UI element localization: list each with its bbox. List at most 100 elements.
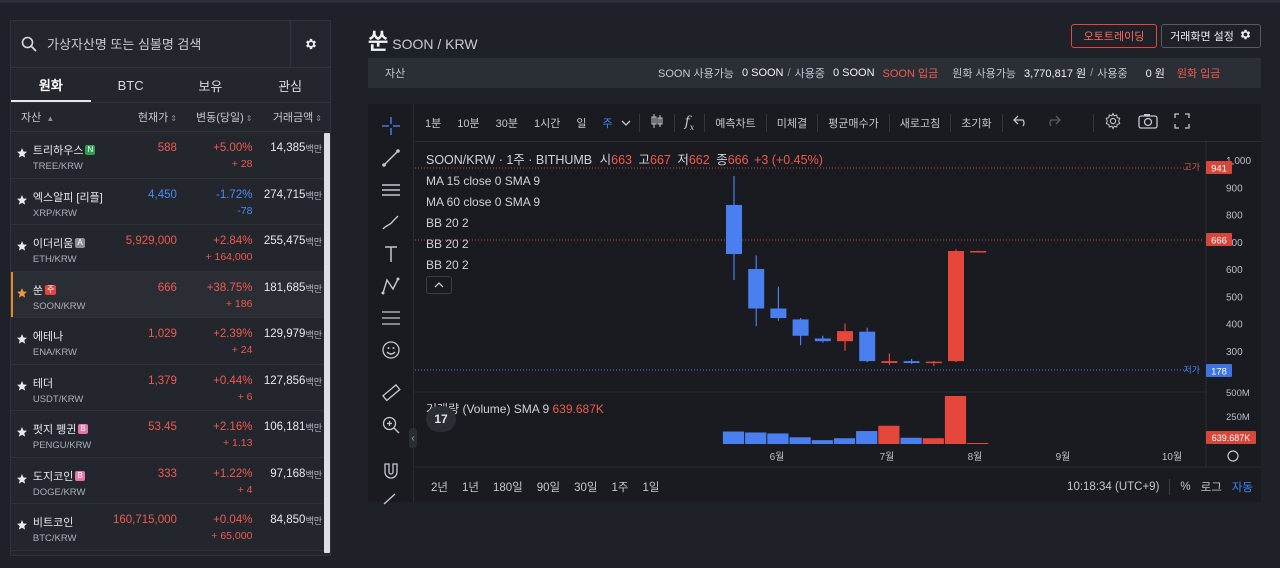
- asset-price: 588: [157, 142, 177, 154]
- gear-icon[interactable]: [290, 21, 330, 68]
- volume-bar: [811, 440, 833, 444]
- asset-volume: 255,475: [263, 235, 306, 247]
- volume-bar: [967, 443, 989, 444]
- asset-name: 도지코인: [32, 470, 74, 483]
- coin-title: 쑨 SOON / KRW: [368, 24, 478, 56]
- asset-pair: ENA/KRW: [32, 347, 78, 358]
- volume-unit: 백만: [305, 237, 322, 247]
- asset-change-pct: -1.72%: [216, 188, 253, 201]
- asset-name-cell: 이더리움 A ETH/KRW: [33, 225, 106, 271]
- header-change[interactable]: 변동(당일) ⇕: [177, 109, 253, 125]
- sort-icon: ▲: [46, 114, 55, 123]
- search-input[interactable]: [47, 36, 290, 52]
- volume-bar: [856, 431, 878, 444]
- last-tag: 666: [1211, 236, 1227, 247]
- market-row[interactable]: 테더 USDT/KRW 1,379 +0.44% + 6 127,856백만: [11, 365, 330, 411]
- percent-toggle[interactable]: %: [1180, 481, 1190, 493]
- legend-collapse-button[interactable]: [426, 276, 452, 294]
- asset-badge: B: [75, 470, 85, 481]
- asset-name-cell: 펏지 펭귄 B PENGU/KRW: [33, 411, 106, 457]
- tab-holdings[interactable]: 보유: [171, 68, 251, 102]
- tab-btc[interactable]: BTC: [91, 68, 171, 102]
- range-bar-right: 10:18:34 (UTC+9) % 로그 자동: [1067, 479, 1261, 495]
- range-1y[interactable]: 1년: [455, 479, 486, 495]
- market-row[interactable]: 이더리움 A ETH/KRW 5,929,000 +2.84% + 164,000…: [11, 225, 330, 272]
- asset-badge: N: [85, 145, 96, 155]
- market-row[interactable]: 트리하우스 N TREE/KRW 588 +5.00% + 28 14,385백만: [11, 132, 330, 179]
- star-icon[interactable]: [11, 411, 33, 457]
- asset-price: 5,929,000: [125, 235, 177, 247]
- market-row[interactable]: 도지코인 B DOGE/KRW 333 +1.22% + 4 97,168백만: [11, 458, 330, 504]
- asset-volume-cell: 129,979백만: [252, 318, 322, 364]
- market-row[interactable]: 에테나 ENA/KRW 1,029 +2.39% + 24 129,979백만: [11, 318, 330, 365]
- chart-symbol: SOON/KRW · 1주 · BITHUMB: [426, 153, 593, 167]
- header-price[interactable]: 현재가 ⇕: [105, 109, 177, 125]
- candle-body: [925, 361, 942, 364]
- asset-price: 1,029: [148, 328, 177, 340]
- krw-inuse: 0 원: [1145, 68, 1165, 80]
- chevron-left-icon[interactable]: ‹: [409, 428, 417, 448]
- log-toggle[interactable]: 로그: [1201, 479, 1222, 495]
- coin-available-label: SOON 사용가능: [658, 68, 734, 80]
- low-value: 662: [688, 153, 710, 167]
- market-row[interactable]: 쑨주 SOON/KRW 666 +38.75% + 186 181,685백만: [11, 271, 330, 318]
- krw-available: 3,770,817 원: [1024, 68, 1087, 80]
- star-icon[interactable]: [11, 365, 33, 411]
- candle-body: [948, 251, 964, 362]
- volume-tick-label: 500M: [1226, 388, 1250, 399]
- coin-deposit-link[interactable]: SOON 입금: [883, 65, 939, 81]
- volume-unit: 백만: [305, 469, 322, 480]
- auto-toggle[interactable]: 자동: [1232, 479, 1253, 495]
- volume-bar: [833, 438, 856, 444]
- star-icon[interactable]: [11, 504, 33, 550]
- range-1w[interactable]: 1주: [605, 479, 636, 495]
- screen-setting-button[interactable]: 거래화면 설정: [1161, 24, 1261, 48]
- market-row[interactable]: 비트코인 BTC/KRW 160,715,000 +0.04% + 65,000…: [11, 504, 330, 551]
- low-tag: 178: [1211, 367, 1227, 378]
- krw-inuse-label: 사용중: [1097, 68, 1128, 80]
- asset-volume: 14,385: [270, 142, 306, 154]
- ma-60-legend[interactable]: MA 60 close 0 SMA 9: [426, 192, 823, 213]
- ma-15-legend[interactable]: MA 15 close 0 SMA 9: [426, 171, 823, 192]
- star-icon[interactable]: [11, 272, 33, 318]
- range-30d[interactable]: 30일: [567, 479, 604, 495]
- asset-bar: 자산 SOON 사용가능 0 SOON / 사용중 0 SOON SOON 입금…: [368, 58, 1261, 88]
- star-icon[interactable]: [11, 458, 33, 504]
- asset-change-pct: +2.16%: [213, 421, 253, 433]
- bb-legend-1[interactable]: BB 20 2: [426, 213, 823, 234]
- x-tick-label: 10월: [1162, 451, 1182, 463]
- tradingview-logo[interactable]: 17: [426, 406, 456, 432]
- asset-change-abs: -78: [237, 204, 253, 217]
- market-scrollbar[interactable]: [324, 133, 330, 553]
- market-row[interactable]: 엑스알피 [리플] XRP/KRW 4,450 -1.72% -78 274,7…: [11, 179, 330, 225]
- market-row[interactable]: 펏지 펭귄 B PENGU/KRW 53.45 +2.16% + 1.13 106…: [11, 411, 330, 458]
- asset-pair: ETH/KRW: [32, 254, 77, 265]
- asset-volume-cell: 255,475백만: [252, 225, 322, 271]
- high-tag: 941: [1211, 164, 1227, 175]
- tab-krw[interactable]: 원화: [11, 68, 91, 102]
- star-icon[interactable]: [11, 179, 33, 225]
- range-180d[interactable]: 180일: [486, 479, 530, 495]
- chart-panel: 1분 10분 30분 1시간 일 주 𝑓x 예측차트 미체결 평균매수가 새로고…: [368, 104, 1261, 505]
- candle-body: [770, 308, 787, 319]
- range-90d[interactable]: 90일: [530, 479, 567, 495]
- asset-volume: 181,685: [263, 281, 306, 294]
- star-icon[interactable]: [11, 132, 33, 178]
- asset-price: 160,715,000: [112, 514, 177, 526]
- krw-available-label: 원화 사용가능: [952, 68, 1017, 80]
- bb-legend-2[interactable]: BB 20 2: [426, 234, 823, 255]
- krw-deposit-link[interactable]: 원화 입금: [1177, 65, 1221, 81]
- header-asset[interactable]: 자산 ▲: [11, 109, 105, 125]
- header-volume[interactable]: 거래금액 ⇕: [252, 109, 322, 125]
- volume-tick-label: 250M: [1226, 412, 1250, 423]
- bb-legend-3[interactable]: BB 20 2: [426, 255, 823, 276]
- tab-favorites[interactable]: 관심: [250, 68, 330, 102]
- asset-change-pct: +5.00%: [213, 142, 253, 154]
- asset-change-abs: + 65,000: [211, 530, 253, 542]
- star-icon[interactable]: [11, 318, 33, 364]
- range-1d[interactable]: 1일: [635, 479, 666, 495]
- range-2y[interactable]: 2년: [415, 479, 455, 495]
- auto-trading-button[interactable]: 오토트레이딩: [1071, 24, 1157, 48]
- asset-price: 4,450: [148, 188, 177, 201]
- star-icon[interactable]: [11, 225, 33, 271]
